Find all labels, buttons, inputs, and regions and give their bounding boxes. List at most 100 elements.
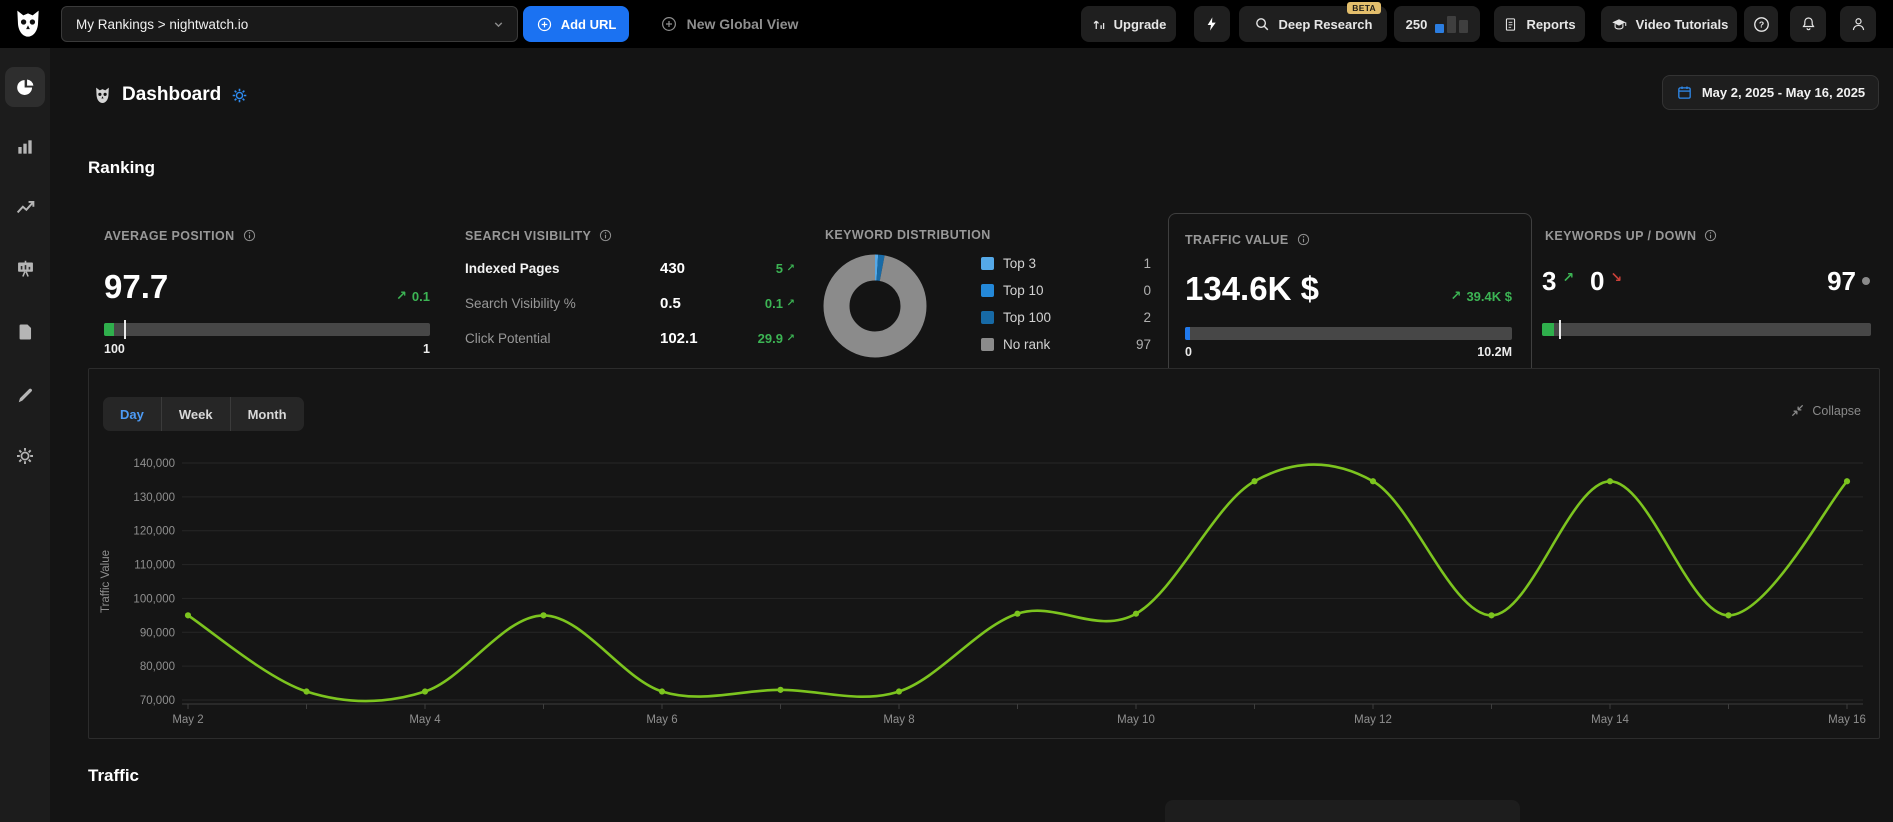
legend-swatch bbox=[981, 257, 994, 270]
top-bar: My Rankings > nightwatch.io Add URL New … bbox=[0, 0, 1893, 48]
average-position-change: ↗ 0.1 bbox=[0, 288, 430, 304]
svg-text:90,000: 90,000 bbox=[140, 627, 175, 639]
sidebar-item-dashboard[interactable] bbox=[5, 67, 45, 107]
keyword-distribution-card-title: KEYWORD DISTRIBUTION bbox=[825, 228, 991, 242]
owl-mini-icon bbox=[96, 87, 109, 103]
legend-swatch bbox=[981, 284, 994, 297]
dashboard-settings-gear-icon[interactable] bbox=[231, 87, 248, 104]
keywords-nochange-value: 97 bbox=[1795, 268, 1870, 294]
traffic-section-title: Traffic bbox=[88, 766, 140, 785]
legend-swatch bbox=[981, 338, 994, 351]
credits-widget[interactable]: 250 bbox=[1394, 6, 1480, 42]
change-value: 0.1 bbox=[411, 288, 430, 304]
keywords-down-value: 0 ↘ bbox=[1590, 266, 1623, 296]
row-change: 29.9 ↗ bbox=[757, 331, 795, 346]
trend-up-icon: ↗ bbox=[1450, 288, 1462, 303]
notifications-button[interactable] bbox=[1790, 6, 1826, 42]
row-value: 102.1 bbox=[660, 330, 698, 347]
new-global-view-button[interactable]: New Global View bbox=[649, 6, 809, 42]
average-position-bar bbox=[104, 320, 430, 339]
svg-text:?: ? bbox=[1758, 19, 1763, 29]
credits-count: 250 bbox=[1405, 16, 1428, 32]
project-selector[interactable]: My Rankings > nightwatch.io bbox=[61, 6, 518, 42]
trend-up-icon: ↗ bbox=[786, 298, 795, 309]
account-button[interactable] bbox=[1840, 6, 1876, 42]
keywords-updown-card-title: KEYWORDS UP / DOWN bbox=[1545, 228, 1718, 243]
pencil-icon bbox=[18, 388, 32, 402]
help-button[interactable]: ? bbox=[1744, 6, 1778, 42]
no-change-dot-icon bbox=[1862, 277, 1870, 285]
card-title-text: KEYWORD DISTRIBUTION bbox=[825, 228, 991, 242]
calendar-icon bbox=[1678, 86, 1691, 99]
new-global-view-label: New Global View bbox=[686, 16, 799, 32]
legend-value: 2 bbox=[1143, 310, 1151, 325]
row-label: Indexed Pages bbox=[465, 261, 560, 276]
presentation-board-icon bbox=[17, 260, 33, 277]
project-selector-value: My Rankings > nightwatch.io bbox=[76, 16, 249, 32]
sv-row-click-potential[interactable]: Click Potential 102.1 29.9 ↗ bbox=[465, 330, 795, 347]
info-icon[interactable] bbox=[598, 228, 613, 243]
traffic-value-card-title: TRAFFIC VALUE bbox=[1185, 232, 1311, 247]
svg-text:110,000: 110,000 bbox=[134, 560, 175, 572]
traffic-value-bar bbox=[1185, 327, 1512, 340]
deep-research-label: Deep Research bbox=[1278, 16, 1373, 32]
sidebar-item-presentation[interactable] bbox=[5, 249, 45, 289]
pie-chart-icon bbox=[16, 78, 33, 95]
sidebar-item-reports[interactable] bbox=[5, 312, 45, 352]
trend-up-icon: ↗ bbox=[786, 333, 795, 344]
video-tutorials-button[interactable]: Video Tutorials bbox=[1601, 6, 1737, 42]
average-position-card-title: AVERAGE POSITION bbox=[104, 228, 257, 243]
add-url-button[interactable]: Add URL bbox=[523, 6, 629, 42]
bar-chart-icon bbox=[18, 140, 32, 154]
card-title-text: TRAFFIC VALUE bbox=[1185, 232, 1289, 247]
date-range-picker[interactable]: May 2, 2025 - May 16, 2025 bbox=[1662, 75, 1879, 110]
svg-text:May 14: May 14 bbox=[1591, 714, 1629, 726]
svg-text:May 12: May 12 bbox=[1354, 714, 1392, 726]
user-icon bbox=[1850, 15, 1867, 33]
search-visibility-card-title: SEARCH VISIBILITY bbox=[465, 228, 613, 243]
row-value: 0.5 bbox=[660, 295, 681, 312]
svg-text:Traffic Value: Traffic Value bbox=[100, 550, 112, 613]
nightwatch-logo[interactable] bbox=[12, 6, 44, 42]
report-document-icon bbox=[1503, 16, 1518, 33]
svg-text:May 10: May 10 bbox=[1117, 714, 1155, 726]
quick-actions-button[interactable] bbox=[1194, 6, 1230, 42]
svg-text:140,000: 140,000 bbox=[133, 458, 175, 470]
question-mark-icon: ? bbox=[1752, 15, 1771, 34]
traffic-value-line-chart[interactable]: 70,000 80,000 90,000 100,000 110,000 120,000 1… bbox=[89, 369, 1879, 738]
sidebar-item-site-audit[interactable] bbox=[5, 188, 45, 228]
legend-item-top100[interactable]: Top 100 2 bbox=[981, 310, 1151, 325]
legend-item-norank[interactable]: No rank 97 bbox=[981, 337, 1151, 352]
legend-label: No rank bbox=[1003, 337, 1051, 352]
svg-text:70,000: 70,000 bbox=[140, 695, 175, 707]
card-title-text: AVERAGE POSITION bbox=[104, 228, 235, 243]
trend-up-icon: ↗ bbox=[1562, 269, 1575, 285]
deep-research-button[interactable]: Deep Research BETA bbox=[1239, 2, 1387, 42]
trend-down-icon: ↘ bbox=[1610, 269, 1623, 285]
app: My Rankings > nightwatch.io Add URL New … bbox=[0, 0, 1893, 822]
side-nav bbox=[0, 48, 50, 822]
change-value: 39.4K $ bbox=[1466, 288, 1512, 304]
upgrade-button[interactable]: Upgrade bbox=[1081, 6, 1176, 42]
trend-up-icon: ↗ bbox=[786, 263, 795, 274]
svg-text:May 4: May 4 bbox=[409, 714, 441, 726]
sidebar-item-settings[interactable] bbox=[5, 436, 45, 476]
legend-item-top3[interactable]: Top 3 1 bbox=[981, 256, 1151, 271]
search-icon bbox=[1254, 16, 1271, 33]
legend-label: Top 10 bbox=[1003, 283, 1044, 298]
info-icon[interactable] bbox=[242, 228, 257, 243]
plus-circle-icon bbox=[660, 15, 678, 33]
sv-row-search-visibility[interactable]: Search Visibility % 0.5 0.1 ↗ bbox=[465, 295, 795, 312]
reports-button[interactable]: Reports bbox=[1494, 6, 1585, 42]
row-label: Click Potential bbox=[465, 331, 551, 346]
sidebar-item-rankings[interactable] bbox=[5, 127, 45, 167]
video-tutorials-label: Video Tutorials bbox=[1635, 16, 1729, 32]
info-icon[interactable] bbox=[1703, 228, 1718, 243]
page-header: Dashboard bbox=[93, 84, 248, 106]
beta-badge: BETA bbox=[1347, 2, 1381, 14]
sidebar-item-notes[interactable] bbox=[5, 375, 45, 415]
info-icon[interactable] bbox=[1296, 232, 1311, 247]
upgrade-label: Upgrade bbox=[1113, 16, 1167, 32]
sv-row-indexed-pages[interactable]: Indexed Pages 430 5 ↗ bbox=[465, 260, 795, 277]
legend-item-top10[interactable]: Top 10 0 bbox=[981, 283, 1151, 298]
